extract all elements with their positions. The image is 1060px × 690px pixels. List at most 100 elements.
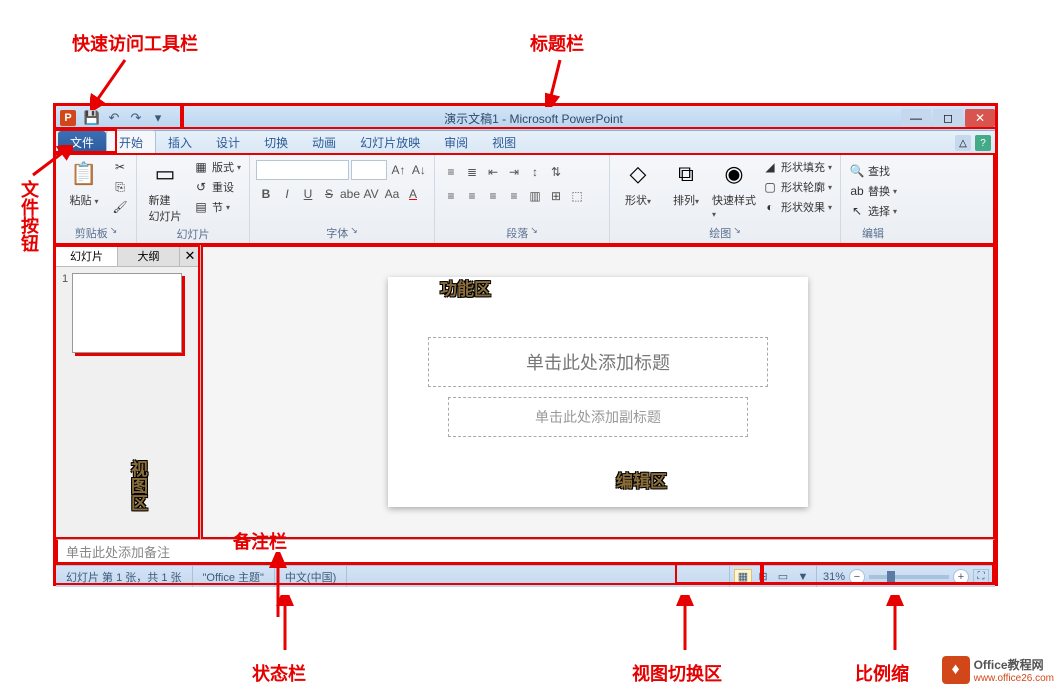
arrange-button[interactable]: ⧉排列▾ — [664, 158, 708, 208]
sorter-view-button[interactable]: ⊞ — [754, 569, 772, 585]
section-button[interactable]: ▤节▾ — [191, 198, 243, 216]
title-placeholder[interactable]: 单击此处添加标题 — [428, 337, 768, 387]
tab-transitions[interactable]: 切换 — [252, 131, 300, 154]
qat-customize-icon[interactable]: ▾ — [148, 108, 168, 128]
replace-button[interactable]: ab替换▾ — [847, 182, 899, 200]
anno-edit-area: 编辑区 — [616, 467, 667, 492]
reading-view-button[interactable]: ▭ — [774, 569, 792, 585]
clipboard-launcher[interactable]: ↘ — [110, 225, 118, 241]
anno-ribbon: 功能区 — [440, 275, 491, 300]
minimize-ribbon-icon[interactable]: △ — [955, 135, 971, 151]
app-icon[interactable]: P — [60, 110, 76, 126]
new-slide-button[interactable]: ▭ 新建 幻灯片 — [143, 158, 187, 224]
select-icon: ↖ — [849, 203, 865, 219]
view-switch: ▦ ⊞ ▭ ▼ — [729, 566, 816, 587]
change-case-button[interactable]: Aa — [382, 184, 402, 204]
subtitle-placeholder[interactable]: 单击此处添加副标题 — [448, 397, 748, 437]
columns-button[interactable]: ▥ — [525, 186, 545, 206]
quick-access-toolbar: 💾 ↶ ↷ ▾ — [82, 108, 168, 128]
status-slide-info[interactable]: 幻灯片 第 1 张，共 1 张 — [56, 566, 193, 587]
panel-tab-outline[interactable]: 大纲 — [118, 245, 180, 266]
zoom-out-button[interactable]: − — [849, 569, 865, 585]
italic-button[interactable]: I — [277, 184, 297, 204]
shape-fill-button[interactable]: ◢形状填充▾ — [760, 158, 834, 176]
slide-canvas: 单击此处添加标题 单击此处添加副标题 — [388, 277, 808, 507]
char-spacing-button[interactable]: AV — [361, 184, 381, 204]
align-text-button[interactable]: ⊞ — [546, 186, 566, 206]
text-direction-button[interactable]: ⇅ — [546, 162, 566, 182]
maximize-button[interactable]: ◻ — [933, 109, 963, 127]
format-painter-button[interactable]: 🖌 — [110, 198, 130, 216]
tab-home[interactable]: 开始 — [106, 130, 156, 154]
font-family-select[interactable] — [256, 160, 349, 180]
strikethrough-button[interactable]: S — [319, 184, 339, 204]
panel-tab-slides[interactable]: 幻灯片 — [56, 245, 118, 266]
underline-button[interactable]: U — [298, 184, 318, 204]
watermark-url: www.office26.com — [974, 673, 1054, 684]
anno-zoom: 比例缩 — [855, 660, 909, 686]
zoom-percent[interactable]: 31% — [823, 571, 845, 583]
font-size-select[interactable] — [351, 160, 388, 180]
align-right-button[interactable]: ≡ — [483, 186, 503, 206]
close-button[interactable]: ✕ — [965, 109, 995, 127]
drawing-launcher[interactable]: ↘ — [733, 225, 741, 241]
help-icon[interactable]: ? — [975, 135, 991, 151]
brush-icon: 🖌 — [112, 199, 128, 215]
cut-button[interactable]: ✂ — [110, 158, 130, 176]
undo-icon[interactable]: ↶ — [104, 108, 124, 128]
reset-button[interactable]: ↺重设 — [191, 178, 243, 196]
tab-design[interactable]: 设计 — [204, 131, 252, 154]
find-button[interactable]: 🔍查找 — [847, 162, 899, 180]
align-center-button[interactable]: ≡ — [462, 186, 482, 206]
shrink-font-icon[interactable]: A↓ — [410, 160, 428, 180]
shape-effects-button[interactable]: ◐形状效果▾ — [760, 198, 834, 216]
slideshow-view-button[interactable]: ▼ — [794, 569, 812, 585]
group-slides: ▭ 新建 幻灯片 ▦版式▾ ↺重设 ▤节▾ 幻灯片 — [137, 155, 250, 244]
shadow-button[interactable]: abe — [340, 184, 360, 204]
tab-animations[interactable]: 动画 — [300, 131, 348, 154]
tab-review[interactable]: 审阅 — [432, 131, 480, 154]
slide-canvas-wrap[interactable]: 单击此处添加标题 单击此处添加副标题 — [203, 247, 993, 537]
line-spacing-button[interactable]: ↕ — [525, 162, 545, 182]
find-icon: 🔍 — [849, 163, 865, 179]
bullets-button[interactable]: ≡ — [441, 162, 461, 182]
group-editing: 🔍查找 ab替换▾ ↖选择▾ 编辑 — [841, 155, 905, 244]
bold-button[interactable]: B — [256, 184, 276, 204]
shape-outline-button[interactable]: ▢形状轮廓▾ — [760, 178, 834, 196]
normal-view-button[interactable]: ▦ — [734, 569, 752, 585]
content-area: 幻灯片 大纲 ✕ 1 单击此处添加标题 单击此处添加副标题 — [56, 245, 995, 539]
shapes-button[interactable]: ◇形状▾ — [616, 158, 660, 208]
outline-icon: ▢ — [762, 179, 778, 195]
reset-icon: ↺ — [193, 179, 209, 195]
redo-icon[interactable]: ↷ — [126, 108, 146, 128]
anno-notes: 备注栏 — [233, 528, 287, 554]
numbering-button[interactable]: ≣ — [462, 162, 482, 182]
select-button[interactable]: ↖选择▾ — [847, 202, 899, 220]
minimize-button[interactable]: — — [901, 109, 931, 127]
layout-button[interactable]: ▦版式▾ — [191, 158, 243, 176]
justify-button[interactable]: ≡ — [504, 186, 524, 206]
tab-slideshow[interactable]: 幻灯片放映 — [348, 131, 432, 154]
zoom-slider[interactable] — [869, 575, 949, 579]
tab-view[interactable]: 视图 — [480, 131, 528, 154]
font-launcher[interactable]: ↘ — [350, 225, 358, 241]
zoom-in-button[interactable]: + — [953, 569, 969, 585]
slide-thumbnail-1[interactable]: 1 — [62, 273, 194, 353]
decrease-indent-button[interactable]: ⇤ — [483, 162, 503, 182]
smartart-button[interactable]: ⬚ — [567, 186, 587, 206]
notes-pane[interactable]: 单击此处添加备注 — [56, 539, 995, 565]
save-icon[interactable]: 💾 — [82, 108, 102, 128]
anno-view-switch: 视图切换区 — [632, 660, 722, 686]
paragraph-launcher[interactable]: ↘ — [530, 225, 538, 241]
tab-insert[interactable]: 插入 — [156, 131, 204, 154]
align-left-button[interactable]: ≡ — [441, 186, 461, 206]
quick-styles-icon: ◉ — [718, 158, 750, 190]
quick-styles-button[interactable]: ◉快速样式▾ — [712, 158, 756, 220]
font-color-button[interactable]: A — [403, 184, 423, 204]
fit-window-button[interactable]: ⛶ — [973, 569, 989, 585]
copy-icon: ⎘ — [112, 179, 128, 195]
panel-close-button[interactable]: ✕ — [180, 245, 200, 266]
increase-indent-button[interactable]: ⇥ — [504, 162, 524, 182]
grow-font-icon[interactable]: A↑ — [389, 160, 407, 180]
copy-button[interactable]: ⎘ — [110, 178, 130, 196]
